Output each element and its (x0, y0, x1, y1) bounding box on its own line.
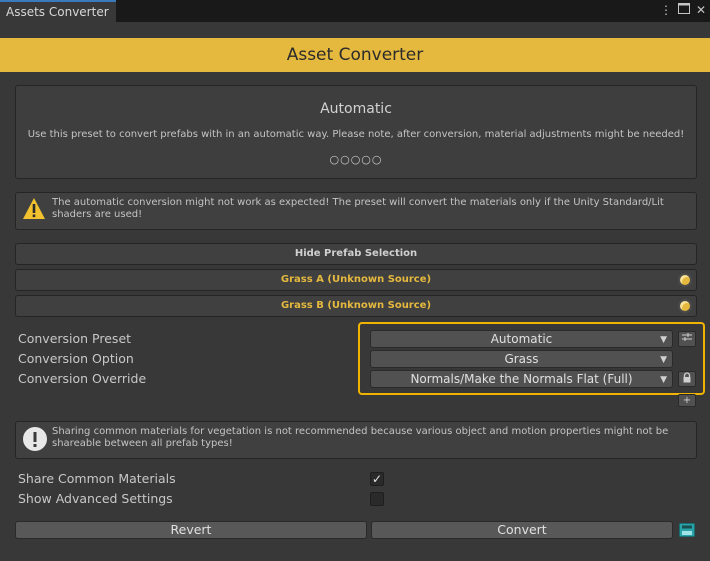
warning-text: The automatic conversion might not work … (52, 197, 664, 220)
preset-panel: Automatic Use this preset to convert pre… (15, 85, 697, 179)
warning-box: The automatic conversion might not work … (15, 192, 697, 230)
selected-radio-icon[interactable] (678, 273, 692, 287)
prefab-item-label: Grass B (Unknown Source) (280, 300, 432, 311)
conversion-preset-dropdown[interactable]: Automatic ▼ (370, 330, 673, 348)
prefab-item[interactable]: Grass B (Unknown Source) (15, 295, 697, 317)
conversion-option-label: Conversion Option (18, 351, 134, 366)
save-icon[interactable] (679, 522, 695, 537)
prefab-item[interactable]: Grass A (Unknown Source) (15, 269, 697, 291)
chevron-down-icon: ▼ (660, 355, 667, 365)
info-box: Sharing common materials for vegetation … (15, 421, 697, 459)
conversion-preset-label: Conversion Preset (18, 331, 132, 346)
conversion-override-label: Conversion Override (18, 371, 147, 386)
conversion-override-dropdown[interactable]: Normals/Make the Normals Flat (Full) ▼ (370, 370, 673, 388)
add-button[interactable]: + (678, 394, 696, 407)
close-icon[interactable]: ✕ (694, 3, 708, 17)
warning-icon (22, 197, 46, 225)
prefab-item-label: Grass A (Unknown Source) (280, 274, 432, 285)
conversion-override-value: Normals/Make the Normals Flat (Full) (410, 372, 633, 386)
window-tab[interactable]: Assets Converter (0, 0, 116, 22)
info-icon (22, 426, 48, 456)
revert-button[interactable]: Revert (15, 521, 367, 539)
share-common-materials-label: Share Common Materials (18, 471, 176, 486)
info-text: Sharing common materials for vegetation … (52, 426, 669, 449)
chevron-down-icon: ▼ (660, 375, 667, 385)
chevron-down-icon: ▼ (660, 335, 667, 345)
hide-prefab-selection-button[interactable]: Hide Prefab Selection (15, 243, 697, 265)
conversion-option-dropdown[interactable]: Grass ▼ (370, 350, 673, 368)
lock-icon[interactable] (678, 371, 696, 387)
show-advanced-settings-label: Show Advanced Settings (18, 491, 173, 506)
maximize-icon[interactable] (677, 3, 691, 17)
page-title: Asset Converter (0, 38, 710, 72)
preset-pagination[interactable]: ○○○○○ (16, 153, 696, 166)
selected-radio-icon[interactable] (678, 299, 692, 313)
conversion-option-value: Grass (504, 352, 539, 366)
preset-description: Use this preset to convert prefabs with … (27, 129, 685, 140)
settings-sliders-icon[interactable] (678, 331, 696, 347)
conversion-preset-value: Automatic (490, 332, 553, 346)
convert-button[interactable]: Convert (371, 521, 673, 539)
show-advanced-settings-checkbox[interactable] (370, 492, 384, 506)
kebab-menu-icon[interactable]: ⋮ (659, 3, 673, 17)
share-common-materials-checkbox[interactable]: ✓ (370, 472, 384, 486)
preset-title: Automatic (320, 101, 392, 117)
